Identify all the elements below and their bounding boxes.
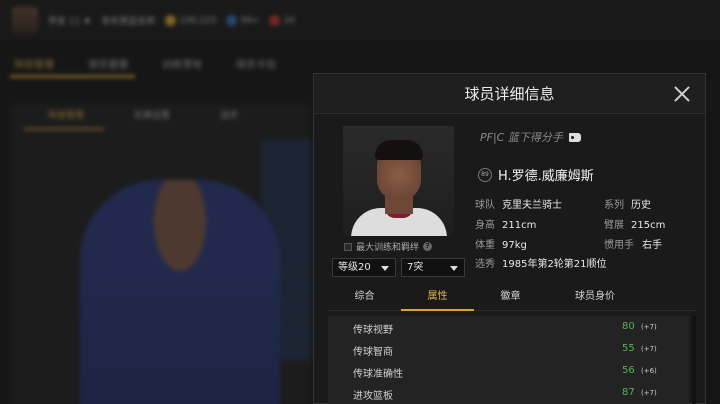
attribute-bonus: (+7) [641,323,657,331]
tab-badges[interactable]: 徽章 [474,283,547,310]
attribute-bonus: (+7) [641,345,657,353]
breakthrough-select[interactable]: 7突 [401,258,465,277]
tickets-counter[interactable]: 99+ [226,14,259,26]
chevron-down-icon [381,266,389,271]
background-player-image [80,180,280,404]
gem-icon [269,14,281,26]
attribute-label: 进攻篮板 [353,391,393,402]
attribute-value: 87 [622,387,635,398]
subtab-rotation[interactable]: 轮换设置 [134,108,170,121]
player-detail-dialog: 球员详细信息 最大训练和羁绊 ? 等级20 7突 PF|C 篮下得分手 89 H [313,73,706,404]
attribute-value: 55 [622,343,635,354]
attribute-row: 传球准确性 56 (+6) [328,360,689,382]
tab-overview[interactable]: 综合 [328,283,401,310]
info-team: 球队 克里夫兰骑士 [475,200,562,211]
attribute-label: 传球智商 [353,347,393,358]
info-height: 身高 211cm [475,220,537,231]
info-hand: 惯用手 右手 [604,240,662,251]
coins-counter[interactable]: 106,225 [165,14,216,26]
max-training-checkbox[interactable] [344,242,352,251]
subtab-lineup[interactable]: 阵容管理 [48,108,84,121]
rating-badge: 89 [478,168,492,182]
subtab-underline [24,128,104,130]
attribute-value: 80 [622,321,635,332]
gems-counter[interactable]: 20 [269,14,295,26]
dialog-header: 球员详细信息 [314,74,705,114]
tag-icon [568,132,581,142]
attribute-bonus: (+6) [641,367,657,375]
detail-tabs: 综合 属性 徽章 球员身价 [328,283,697,311]
nav-lineup[interactable]: 阵容管理 [14,56,54,71]
attribute-label: 传球准确性 [353,369,403,380]
info-weight: 体重 97kg [475,240,527,251]
attribute-row: 传球智商 55 (+7) [328,338,689,360]
help-icon[interactable]: ? [423,242,433,251]
attribute-row: 进攻篮板 87 (+7) [328,382,689,404]
tab-value[interactable]: 球员身价 [547,283,643,310]
coin-icon [165,14,177,26]
close-icon[interactable] [673,85,691,103]
position-line: PF|C 篮下得分手 [480,129,581,145]
nav-training[interactable]: 训练营地 [162,56,202,71]
team-label: 青年男篮名称 [101,16,156,27]
game-screen: 早安 11 ♦ 青年男篮名称 106,225 99+ 20 阵容管理 球员管理 … [0,0,720,404]
subtab-tactics[interactable]: 战术 [220,108,238,121]
attribute-row: 传球视野 80 (+7) [328,316,689,338]
attribute-list: 传球视野 80 (+7) 传球智商 55 (+7) 传球准确性 56 (+6) … [328,316,689,404]
attribute-bonus: (+7) [641,389,657,397]
chevron-down-icon [450,266,458,271]
dialog-title: 球员详细信息 [464,85,555,103]
nav-packs[interactable]: 球员卡包 [236,56,276,71]
nav-players[interactable]: 球员管理 [88,56,128,71]
info-wingspan: 臂展 215cm [604,220,666,231]
ticket-icon [226,14,238,26]
user-label: 早安 11 ♦ [48,16,92,27]
info-series: 系列 历史 [604,200,651,211]
tab-attributes[interactable]: 属性 [401,283,474,311]
attribute-value: 56 [622,365,635,376]
nav-underline [10,75,135,78]
max-training-toggle[interactable]: 最大训练和羁绊 ? [344,240,456,253]
attribute-scrollbar[interactable] [692,316,696,404]
max-training-label: 最大训练和羁绊 [356,243,420,253]
player-portrait [343,126,454,236]
player-name: H.罗德.威廉姆斯 [498,169,594,184]
info-draft: 选秀 1985年第2轮第21顺位 [475,259,607,270]
user-avatar[interactable] [12,7,38,33]
lineup-subtabs: 阵容管理 轮换设置 战术 [10,108,238,121]
attribute-label: 传球视野 [353,325,393,336]
top-bar: 早安 11 ♦ 青年男篮名称 106,225 99+ 20 [0,0,720,40]
level-select[interactable]: 等级20 [332,258,396,277]
